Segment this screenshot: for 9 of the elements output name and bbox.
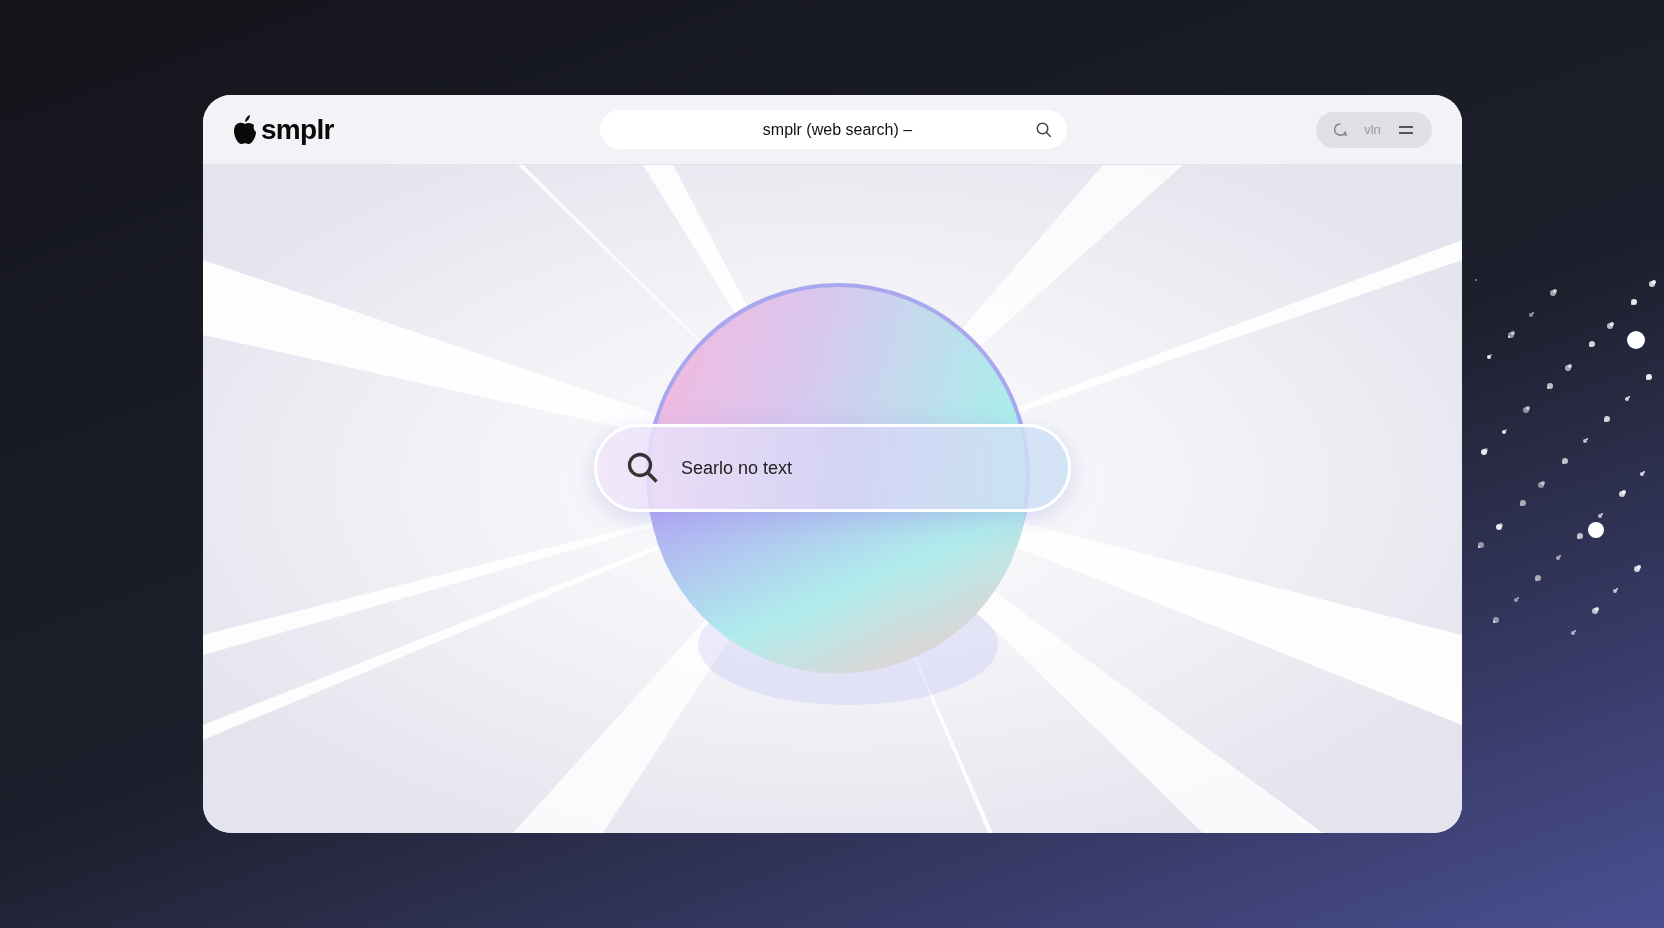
address-text: smplr (web search) – <box>761 119 914 140</box>
search-icon[interactable] <box>1035 120 1053 139</box>
hero-search-input[interactable]: Searlo no text <box>681 454 1068 482</box>
toolbar-label: vln <box>1364 120 1381 139</box>
menu-icon[interactable] <box>1398 123 1414 136</box>
apple-icon <box>233 114 257 145</box>
hero-search-field[interactable]: Searlo no text <box>594 424 1071 512</box>
brand-name: smplr <box>261 112 334 147</box>
address-bar[interactable]: smplr (web search) – <box>600 110 1067 149</box>
